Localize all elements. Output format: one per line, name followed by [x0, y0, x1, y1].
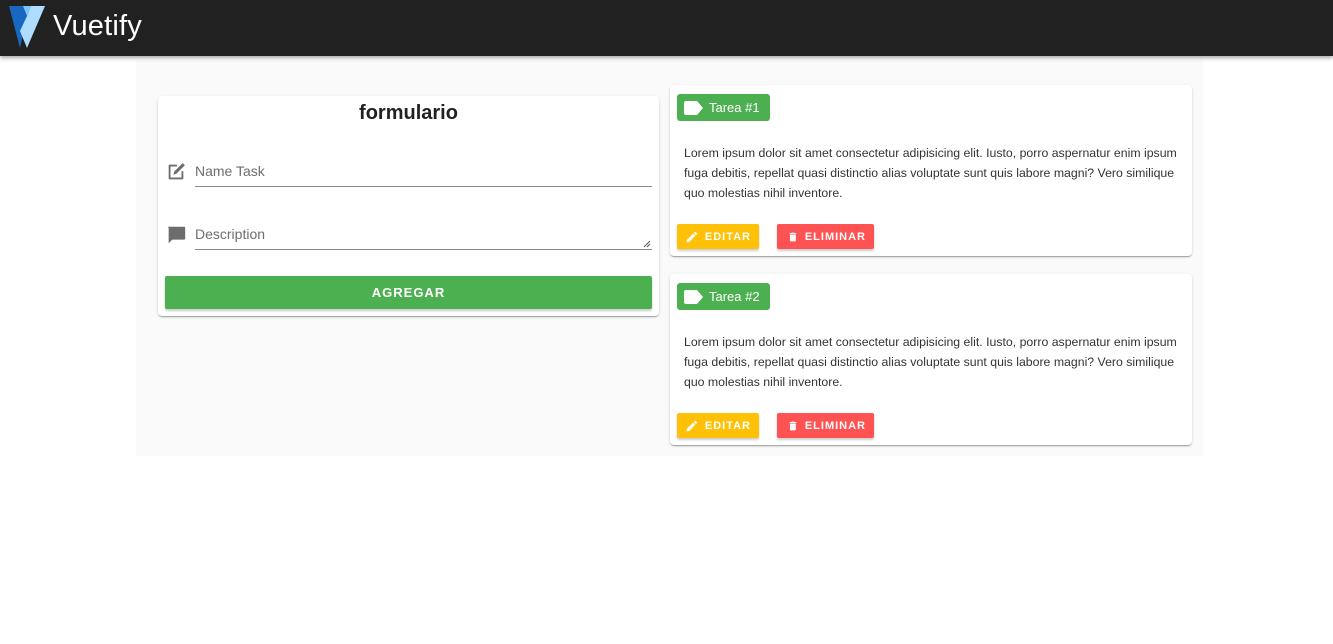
edit-button[interactable]: EDITAR	[677, 413, 759, 438]
edit-button-label: EDITAR	[704, 230, 751, 243]
delete-button-label: ELIMINAR	[804, 419, 866, 432]
name-task-placeholder: Name Task	[195, 163, 265, 179]
description-placeholder: Description	[195, 226, 266, 242]
task-label-chip: Tarea #2	[677, 283, 770, 310]
form-title: formulario	[359, 102, 458, 124]
trash-icon	[789, 232, 797, 241]
description-underline	[195, 249, 652, 250]
app-bar: Vuetify	[0, 0, 1333, 56]
trash-icon	[789, 421, 797, 430]
delete-button[interactable]: ELIMINAR	[777, 224, 874, 249]
label-icon	[684, 100, 703, 115]
task-description: Lorem ipsum dolor sit amet consectetur a…	[684, 146, 1177, 200]
name-task-underline	[195, 186, 652, 187]
description-field[interactable]: Description	[165, 220, 652, 250]
edit-button-label: EDITAR	[704, 419, 751, 432]
comment-icon	[167, 226, 186, 244]
edit-button[interactable]: EDITAR	[677, 224, 759, 249]
task-description: Lorem ipsum dolor sit amet consectetur a…	[684, 335, 1177, 389]
delete-button[interactable]: ELIMINAR	[777, 413, 874, 438]
task-card: Tarea #1 Lorem ipsum dolor sit amet cons…	[670, 85, 1192, 256]
task-label-text: Tarea #2	[709, 289, 760, 304]
main-container: formulario Name Task Description AGREGAR	[136, 60, 1203, 456]
agregar-button[interactable]: AGREGAR	[165, 276, 652, 309]
edit-icon	[168, 163, 185, 180]
pencil-icon	[686, 231, 698, 242]
app-title: Vuetify	[53, 10, 142, 42]
delete-button-label: ELIMINAR	[804, 230, 866, 243]
name-task-field[interactable]: Name Task	[165, 157, 652, 187]
task-label-chip: Tarea #1	[677, 94, 770, 121]
pencil-icon	[686, 420, 698, 431]
task-form-card: formulario Name Task Description AGREGAR	[158, 96, 659, 316]
resize-handle-icon[interactable]	[643, 240, 651, 248]
task-card: Tarea #2 Lorem ipsum dolor sit amet cons…	[670, 274, 1192, 445]
vuetify-logo-icon[interactable]	[9, 6, 45, 48]
task-label-text: Tarea #1	[709, 100, 760, 115]
label-icon	[684, 289, 703, 304]
